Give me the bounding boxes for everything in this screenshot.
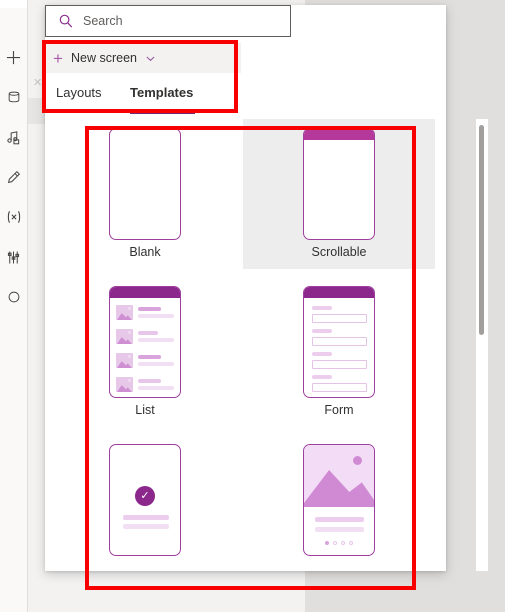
preview-header-bar [304, 129, 374, 140]
checkmark-icon: ✓ [135, 486, 155, 506]
tab-layouts[interactable]: Layouts [56, 85, 102, 113]
image-placeholder-icon [116, 377, 133, 392]
left-rail [0, 0, 28, 612]
database-icon [7, 90, 21, 104]
list-item [116, 327, 176, 347]
new-screen-button[interactable]: + New screen [45, 43, 241, 73]
template-card-list[interactable]: List [49, 277, 241, 427]
image-placeholder-icon [304, 445, 374, 507]
tools-icon [6, 250, 21, 265]
form-field [312, 383, 367, 392]
templates-scrollbar-thumb[interactable] [479, 125, 484, 335]
tab-templates[interactable]: Templates [130, 85, 193, 113]
search-input[interactable] [81, 5, 283, 37]
list-item [116, 303, 176, 323]
template-grid: Blank Scrollable List Form ✓ [45, 119, 446, 571]
template-card-blank[interactable]: Blank [49, 119, 241, 269]
rail-item-insert[interactable] [0, 44, 27, 70]
new-screen-label: New screen [71, 51, 137, 65]
template-label: Blank [129, 245, 161, 259]
image-placeholder-icon [116, 353, 133, 368]
preview-header-bar [110, 287, 180, 298]
image-placeholder-icon [116, 329, 133, 344]
search-container [45, 5, 291, 37]
new-screen-flyout: + New screen Layouts Templates Blank Scr… [45, 5, 488, 571]
template-label: Form [324, 403, 354, 417]
template-label: Scrollable [311, 245, 367, 259]
chevron-down-icon [145, 53, 156, 64]
close-icon[interactable]: ✕ [33, 78, 42, 89]
list-item [116, 351, 176, 371]
rail-item-theme[interactable] [0, 164, 27, 190]
scrollable-phone-preview [303, 128, 375, 240]
list-item [116, 375, 176, 395]
rail-item-media[interactable] [0, 124, 27, 150]
variables-icon [6, 209, 22, 225]
list-phone-preview [109, 286, 181, 398]
rail-item-advanced-tools[interactable] [0, 244, 27, 270]
plus-icon: + [53, 48, 63, 68]
template-card-success[interactable]: ✓ [49, 435, 241, 571]
paintbrush-icon [6, 170, 21, 185]
media-icon [6, 130, 21, 145]
carousel-dots [325, 541, 353, 545]
success-phone-preview: ✓ [109, 444, 181, 556]
form-field [312, 337, 367, 346]
template-card-media[interactable] [243, 435, 435, 571]
preview-header-bar [304, 287, 374, 298]
media-phone-preview [303, 444, 375, 556]
rail-item-data[interactable] [0, 84, 27, 110]
tab-selected-indicator [130, 112, 195, 114]
template-card-form[interactable]: Form [243, 277, 435, 427]
rail-item-components[interactable] [0, 284, 27, 310]
blank-phone-preview [109, 128, 181, 240]
template-card-scrollable[interactable]: Scrollable [243, 119, 435, 269]
form-field [312, 360, 367, 369]
search-icon [58, 13, 74, 29]
flyout-tabs: Layouts Templates [45, 75, 446, 119]
template-label: List [135, 403, 155, 417]
rail-item-variables[interactable] [0, 204, 27, 230]
rail-top-spacer [0, 0, 27, 8]
form-phone-preview [303, 286, 375, 398]
plus-icon [6, 50, 21, 65]
screen-thumbnail-strip [28, 98, 46, 124]
form-field [312, 314, 367, 323]
image-placeholder-icon [116, 305, 133, 320]
circle-icon [7, 290, 21, 304]
